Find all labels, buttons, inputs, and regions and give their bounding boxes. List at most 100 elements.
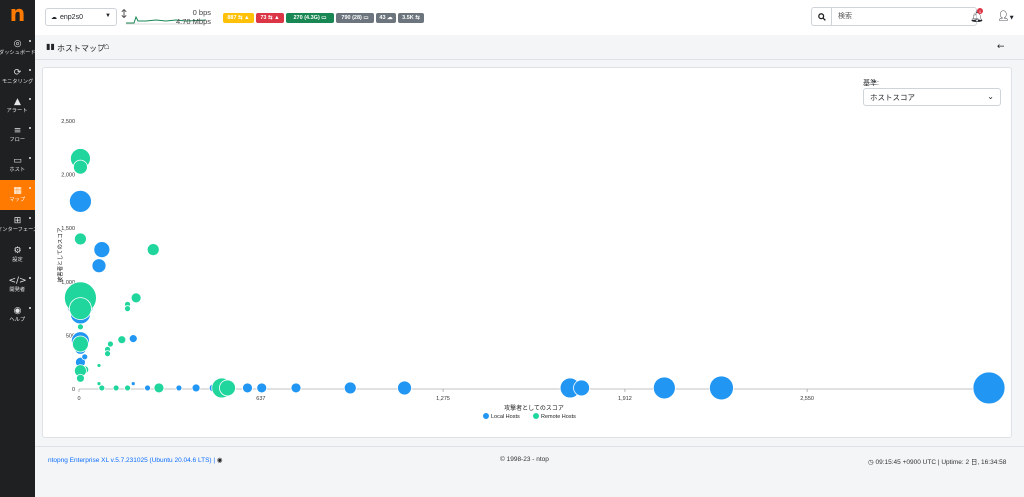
sidebar-item-label: ダッシュボード	[0, 50, 36, 56]
legend-label: Local Hosts	[491, 414, 520, 420]
clock-icon: ◷	[868, 459, 874, 466]
bubble-point	[709, 375, 734, 401]
monitoring-icon: ⟳	[13, 68, 22, 78]
sidebar-item-lifebuoy[interactable]: ◉ ヘルプ	[0, 300, 35, 330]
ethernet-icon: ⊞	[13, 216, 22, 226]
github-icon[interactable]: ◉	[217, 457, 223, 464]
bubble-point	[117, 335, 127, 345]
ntop-logo[interactable]: n	[0, 0, 35, 30]
y-tick-label: 0	[72, 387, 75, 393]
bubble-point	[256, 382, 268, 394]
warning-icon: ▲	[14, 97, 21, 107]
bubble-point	[91, 258, 107, 274]
y-axis-title: 被害者としてのスコア	[56, 227, 64, 282]
lifebuoy-icon: ◉	[13, 306, 22, 316]
status-badge[interactable]: 270 (4.3G) ▭	[286, 13, 334, 23]
bubble-point	[72, 335, 89, 353]
expand-dot-icon	[29, 187, 31, 189]
search-icon	[817, 12, 826, 21]
copyright: © 1998-23 - ntop	[500, 456, 549, 463]
bubble-point	[96, 363, 102, 368]
bubble-point	[343, 381, 357, 395]
bubble-point	[104, 350, 111, 358]
map-icon: ▮▮	[46, 42, 55, 51]
bubble-point	[112, 384, 120, 392]
legend-marker	[533, 413, 539, 419]
bubble-point	[69, 297, 92, 321]
interface-name: enp2s0	[60, 13, 83, 21]
status-badge[interactable]: 887 ⇆ ▲	[223, 13, 254, 23]
sidebar-item-label: ヘルプ	[9, 317, 26, 323]
bubble-point	[69, 189, 92, 213]
bubble-point	[124, 305, 131, 313]
basis-selected-value: ホストスコア	[870, 92, 915, 102]
expand-dot-icon	[29, 217, 31, 219]
host-map-card: 06371,2751,9122,5503,18705001,0001,5002,…	[42, 67, 1012, 438]
sidebar-item-warning[interactable]: ▲ アラート	[0, 91, 35, 121]
version-text: ntopng Enterprise XL v.5.7.231025 (Ubunt…	[48, 457, 217, 464]
caret-down-icon: ▼	[105, 13, 111, 19]
interface-select[interactable]: ☁ enp2s0 ▼	[45, 8, 117, 26]
status-badge[interactable]: 790 (28) ▭	[336, 13, 374, 23]
user-icon: 👤︎	[997, 11, 1010, 22]
bubble-point	[573, 379, 590, 397]
back-arrow-icon[interactable]: ←	[997, 42, 1005, 52]
x-axis-title: 攻撃者としてのスコア	[504, 404, 564, 412]
status-badge[interactable]: 3.5K ⇆	[398, 13, 424, 23]
sidebar-item-label: インターフェース	[0, 227, 39, 233]
sidebar-item-label: 開発者	[9, 287, 26, 293]
y-tick-label: 2,000	[61, 173, 75, 179]
ethernet-icon: ☁	[51, 14, 57, 21]
caret-down-icon: ▼	[1009, 15, 1014, 21]
sidebar-item-gauge[interactable]: ◎ ダッシュボード	[0, 33, 36, 63]
status-badge[interactable]: 73 ⇆ ▲	[256, 13, 284, 23]
notification-badge: 1	[977, 8, 983, 14]
sidebar-item-label: マップ	[9, 197, 26, 203]
basis-select[interactable]: ホストスコア ⌄	[863, 88, 1001, 106]
sidebar-item-label: モニタリング	[1, 79, 34, 85]
expand-dot-icon	[29, 277, 31, 279]
expand-dot-icon	[29, 307, 31, 309]
breadcrumb-separator: |	[98, 43, 101, 52]
bubble-point	[972, 371, 1006, 405]
bubble-point	[191, 383, 201, 393]
expand-dot-icon	[29, 69, 31, 71]
legend-label: Remote Hosts	[541, 414, 576, 420]
bubble-point	[98, 384, 106, 392]
bubble-point	[74, 232, 87, 246]
sidebar-item-ethernet[interactable]: ⊞ インターフェース	[0, 210, 39, 240]
sidebar-item-flows[interactable]: ≡ フロー	[0, 120, 35, 150]
sidebar-item-monitoring[interactable]: ⟳ モニタリング	[0, 62, 35, 92]
x-tick-label: 637	[256, 396, 265, 402]
sidebar-item-map[interactable]: ▦ マップ	[0, 180, 35, 210]
flows-icon: ≡	[13, 126, 22, 136]
map-icon: ▦	[13, 186, 22, 196]
sidebar-item-laptop[interactable]: ▭ ホスト	[0, 150, 35, 180]
bubble-point	[144, 384, 151, 392]
sidebar-item-gear[interactable]: ⚙ 設定	[0, 240, 35, 270]
bubble-point	[130, 292, 142, 304]
home-icon[interactable]: ⌂	[104, 41, 109, 51]
sidebar-item-label: ホスト	[9, 167, 26, 173]
x-tick-label: 2,550	[800, 396, 814, 402]
y-tick-label: 2,500	[61, 119, 75, 125]
footer: ntopng Enterprise XL v.5.7.231025 (Ubunt…	[35, 446, 1024, 474]
basis-label: 基準:	[863, 80, 879, 87]
bubble-point	[130, 381, 136, 387]
search-input[interactable]	[831, 7, 977, 26]
expand-dot-icon	[29, 98, 31, 100]
bubble-point	[77, 323, 84, 331]
search-button[interactable]	[811, 7, 831, 26]
sidebar-item-label: フロー	[9, 137, 26, 143]
gear-icon: ⚙	[13, 246, 22, 256]
version-link[interactable]: ntopng Enterprise XL v.5.7.231025 (Ubunt…	[48, 456, 223, 464]
sidebar-item-code[interactable]: </> 開発者	[0, 270, 35, 300]
bubble-point	[124, 384, 131, 392]
uptime-text: 09:15:45 +0900 UTC | Uptime: 2 日, 16:34:…	[875, 459, 1007, 466]
bubble-chart: 06371,2751,9122,5503,18705001,0001,5002,…	[56, 119, 1006, 420]
top-navbar: ☁ enp2s0 ▼ ↕ 0 bps 4.70 Mbps 887 ⇆ ▲ 73 ⇆…	[35, 0, 1024, 35]
status-badge[interactable]: 43 ☁	[376, 13, 396, 23]
legend-marker	[483, 413, 489, 419]
x-tick-label: 1,275	[436, 396, 450, 402]
user-menu[interactable]: 👤︎▼	[997, 11, 1014, 22]
